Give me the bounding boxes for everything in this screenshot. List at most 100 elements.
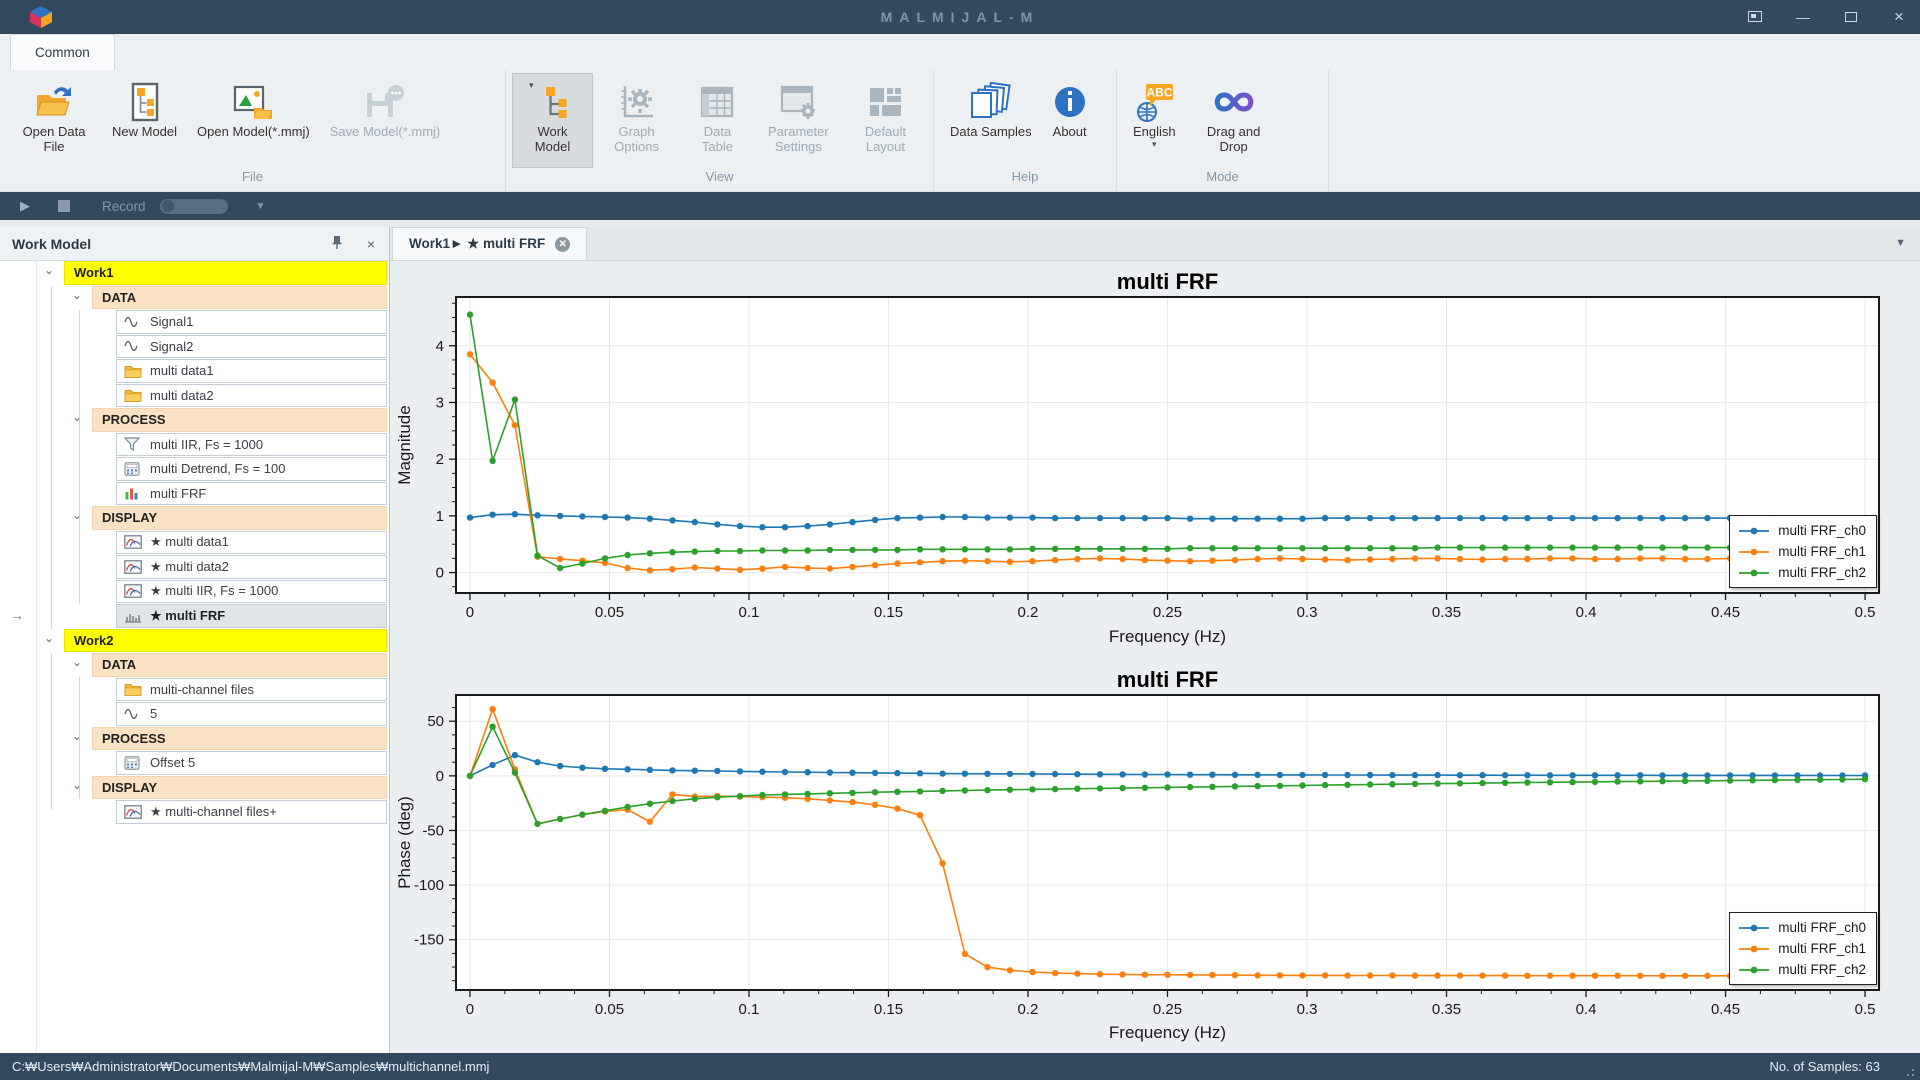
plot-icon <box>124 535 144 549</box>
save-model-icon <box>363 79 407 125</box>
ribbon-group-label-file: File <box>0 167 505 191</box>
svg-text:4: 4 <box>436 338 444 355</box>
tab-list-dropdown-icon[interactable]: ▼ <box>1895 237 1906 249</box>
tree-row-process[interactable]: ⌄PROCESS <box>0 727 389 752</box>
phase-chart-legend: multi FRF_ch0multi FRF_ch1multi FRF_ch2 <box>1729 912 1877 985</box>
signal-icon <box>124 339 144 353</box>
about-button[interactable]: About <box>1043 74 1097 167</box>
drag-and-drop-button[interactable]: Drag and Drop <box>1187 74 1281 167</box>
chevron-down-icon[interactable]: ⌄ <box>72 288 82 302</box>
title-bar: MALMIJAL-M — × <box>0 0 1920 34</box>
document-tab[interactable]: Work1► ★ multi FRF ✕ <box>392 227 587 260</box>
tree-item-label: ★ multi data2 <box>150 559 229 575</box>
data-samples-icon <box>969 79 1013 125</box>
chevron-down-icon[interactable]: ⌄ <box>72 410 82 424</box>
svg-text:0.05: 0.05 <box>595 604 624 621</box>
chevron-down-icon[interactable]: ⌄ <box>44 263 54 277</box>
graph-options-button[interactable]: Graph Options <box>594 74 679 167</box>
tree-row-multi-channel-files[interactable]: multi-channel files <box>0 678 389 703</box>
open-data-file-button[interactable]: Open Data File <box>7 74 101 167</box>
parameter-settings-button[interactable]: Parameter Settings <box>756 74 841 167</box>
svg-text:2: 2 <box>436 451 444 468</box>
svg-text:0.2: 0.2 <box>1018 604 1039 621</box>
main-area: Work Model × ⌄Work1⌄DATASignal1Signal2mu… <box>0 220 1920 1053</box>
svg-text:3: 3 <box>436 394 444 411</box>
ribbon-group-view: ▾ Work Model <box>506 70 934 191</box>
panel-title: Work Model <box>12 236 91 252</box>
tree-row--multi-frf[interactable]: →★ multi FRF <box>0 604 389 629</box>
tree-row--multi-data1[interactable]: ★ multi data1 <box>0 531 389 556</box>
record-dropdown-caret[interactable]: ▼ <box>256 201 266 212</box>
document-tab-close-icon[interactable]: ✕ <box>555 237 570 252</box>
parameter-settings-icon <box>778 79 818 125</box>
maximize-button[interactable] <box>1840 9 1862 25</box>
chevron-down-icon[interactable]: ⌄ <box>72 655 82 669</box>
tree-row-data[interactable]: ⌄ DATA <box>0 286 389 311</box>
tree-item-label: DATA <box>102 290 136 305</box>
work-model-button[interactable]: ▾ Work Model <box>513 74 592 167</box>
svg-text:ABC: ABC <box>1147 86 1173 100</box>
chevron-down-icon[interactable]: ⌄ <box>72 508 82 522</box>
tree-row--multi-channel-files-[interactable]: ★ multi-channel files+ <box>0 800 389 825</box>
chart-document: 00.050.10.150.20.250.30.350.40.450.50123… <box>390 261 1920 1053</box>
tree-row--multi-iir-fs-1000[interactable]: ★ multi IIR, Fs = 1000 <box>0 580 389 605</box>
tree-row-offset-5[interactable]: Offset 5 <box>0 751 389 776</box>
tree-row-multi-data1[interactable]: multi data1 <box>0 359 389 384</box>
magnitude-chart-legend: multi FRF_ch0multi FRF_ch1multi FRF_ch2 <box>1729 515 1877 588</box>
tree-row-multi-data2[interactable]: multi data2 <box>0 384 389 409</box>
tree-row-5[interactable]: 5 <box>0 702 389 727</box>
drag-and-drop-icon <box>1211 79 1257 125</box>
work-model-tree: ⌄Work1⌄DATASignal1Signal2multi data1mult… <box>0 261 389 1053</box>
chevron-down-icon[interactable]: ⌄ <box>44 631 54 645</box>
svg-text:0.5: 0.5 <box>1855 604 1876 621</box>
new-model-icon <box>127 79 163 125</box>
legend-item: multi FRF_ch0 <box>1738 917 1866 938</box>
tree-row-multi-detrend-fs-100[interactable]: multi Detrend, Fs = 100 <box>0 457 389 482</box>
ribbon-display-button[interactable] <box>1744 9 1766 25</box>
minimize-button[interactable]: — <box>1792 9 1814 25</box>
new-model-button[interactable]: New Model <box>103 74 186 167</box>
open-model-button[interactable]: Open Model(*.mmj) <box>188 74 319 167</box>
document-tab-label: Work1► ★ multi FRF <box>409 236 545 252</box>
tree-item-label: multi data1 <box>150 363 214 378</box>
tree-row-work1[interactable]: ⌄Work1 <box>0 261 389 286</box>
chevron-down-icon[interactable]: ⌄ <box>72 778 82 792</box>
svg-text:1: 1 <box>436 508 444 525</box>
folder-icon <box>124 364 144 378</box>
tree-item-label: multi data2 <box>150 388 214 403</box>
data-table-icon <box>698 79 736 125</box>
legend-item: multi FRF_ch1 <box>1738 938 1866 959</box>
tree-row-signal1[interactable]: Signal1 <box>0 310 389 335</box>
default-layout-button[interactable]: Default Layout <box>843 74 928 167</box>
signal-icon <box>124 315 144 329</box>
play-icon[interactable]: ▶ <box>20 198 30 214</box>
tree-item-label: ★ multi-channel files+ <box>150 804 277 820</box>
data-table-button[interactable]: Data Table <box>681 74 754 167</box>
tree-row-data[interactable]: ⌄DATA <box>0 653 389 678</box>
tree-row-multi-frf[interactable]: multi FRF <box>0 482 389 507</box>
resize-grip[interactable] <box>1902 1064 1914 1076</box>
tree-row-work2[interactable]: ⌄Work2 <box>0 629 389 654</box>
pin-icon[interactable] <box>331 235 343 253</box>
samples-count: No. of Samples: 63 <box>1769 1059 1880 1074</box>
folder-icon <box>124 682 144 696</box>
tree-item-label: DISPLAY <box>102 510 157 525</box>
tree-row-process[interactable]: ⌄PROCESS <box>0 408 389 433</box>
tree-row--multi-data2[interactable]: ★ multi data2 <box>0 555 389 580</box>
save-model-button[interactable]: Save Model(*.mmj) <box>321 74 450 167</box>
tab-common[interactable]: Common <box>10 34 115 70</box>
tree-row-display[interactable]: ⌄ DISPLAY <box>0 506 389 531</box>
record-toggle[interactable] <box>160 199 228 214</box>
panel-close-icon[interactable]: × <box>367 236 375 252</box>
language-button[interactable]: ABC English ▾ <box>1124 74 1185 167</box>
chevron-down-icon[interactable]: ⌄ <box>72 729 82 743</box>
close-button[interactable]: × <box>1888 7 1910 27</box>
tree-row-signal2[interactable]: Signal2 <box>0 335 389 360</box>
tree-row-display[interactable]: ⌄DISPLAY <box>0 776 389 801</box>
svg-text:0.35: 0.35 <box>1432 1001 1461 1018</box>
stop-icon[interactable] <box>58 200 70 212</box>
data-samples-button[interactable]: Data Samples <box>941 74 1041 167</box>
magnitude-chart-title: multi FRF <box>1117 269 1218 294</box>
svg-text:0.5: 0.5 <box>1855 1001 1876 1018</box>
tree-row-multi-iir-fs-1000[interactable]: multi IIR, Fs = 1000 <box>0 433 389 458</box>
